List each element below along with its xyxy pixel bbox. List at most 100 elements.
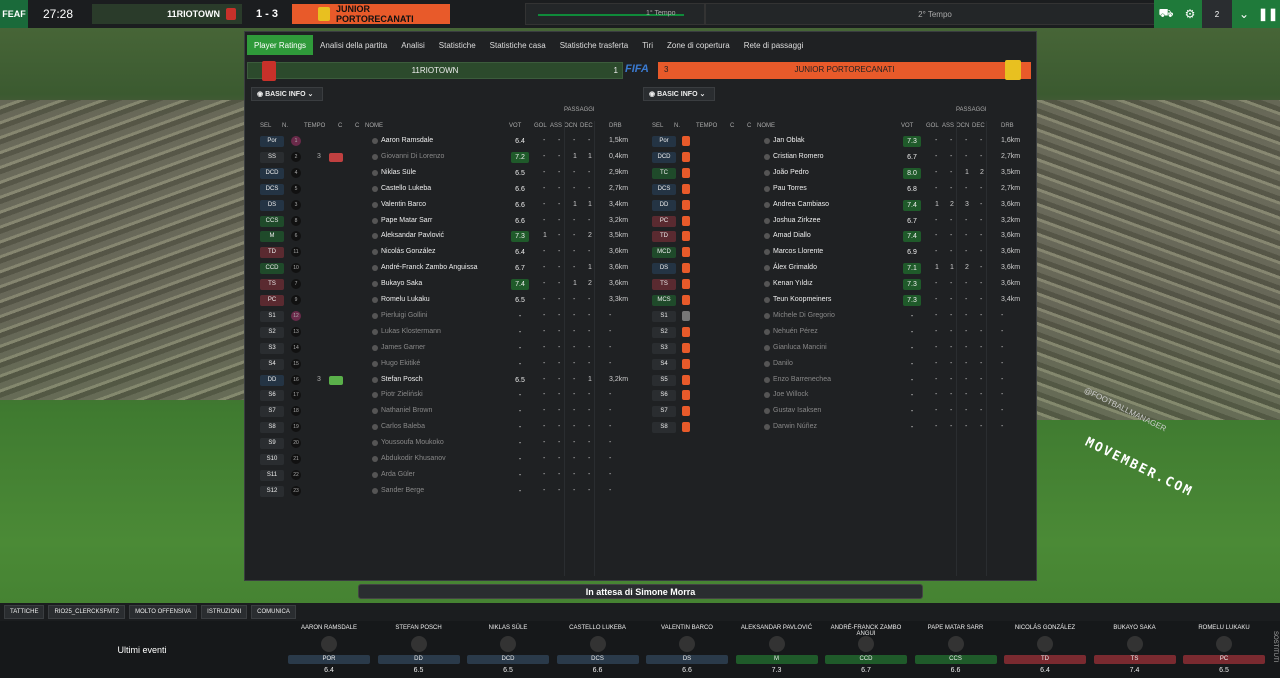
player-name[interactable]: Joe Willock bbox=[773, 391, 808, 398]
player-name[interactable]: Gianluca Mancini bbox=[773, 344, 827, 351]
table-row[interactable]: S5 Enzo Barrenechea - - - - - - bbox=[643, 373, 1023, 388]
table-row[interactable]: S1 Michele Di Gregorio - - - - - - bbox=[643, 309, 1023, 324]
table-row[interactable]: S8 19 Carlos Baleba - - - - - - bbox=[251, 420, 631, 435]
player-name[interactable]: Sander Berge bbox=[381, 487, 424, 494]
chevron-down-icon[interactable]: ⌄ bbox=[1232, 0, 1256, 28]
player-name[interactable]: Castello Lukeba bbox=[381, 185, 431, 192]
table-row[interactable]: DD 16 3 Stefan Posch 6.5 - - - 1 3,2km bbox=[251, 373, 631, 388]
table-row[interactable]: DCS 5 Castello Lukeba 6.6 - - - - 2,7km bbox=[251, 182, 631, 197]
player-name[interactable]: Joshua Zirkzee bbox=[773, 217, 820, 224]
table-row[interactable]: DS Álex Grimaldo 7.1 1 1 2 - 3,6km bbox=[643, 261, 1023, 276]
player-name[interactable]: Valentin Barco bbox=[381, 201, 426, 208]
table-row[interactable]: DS 3 Valentin Barco 6.6 - - 1 1 3,4km bbox=[251, 198, 631, 213]
lineup-player-card[interactable]: BUKAYO SAKA TS 7.4 bbox=[1092, 623, 1178, 677]
player-name[interactable]: Danilo bbox=[773, 360, 793, 367]
player-name[interactable]: Aaron Ramsdale bbox=[381, 137, 433, 144]
player-name[interactable]: Enzo Barrenechea bbox=[773, 376, 831, 383]
lineup-player-card[interactable]: VALENTIN BARCO DS 6.6 bbox=[644, 623, 730, 677]
player-name[interactable]: Bukayo Saka bbox=[381, 280, 422, 287]
lineup-player-card[interactable]: ROMELU LUKAKU PC 6.5 bbox=[1181, 623, 1267, 677]
player-name[interactable]: Stefan Posch bbox=[381, 376, 423, 383]
toolbar-button-0[interactable]: TATTICHE bbox=[4, 605, 45, 619]
player-name[interactable]: Darwin Núñez bbox=[773, 423, 817, 430]
table-row[interactable]: Por 1 Aaron Ramsdale 6.4 - - - - 1,5km bbox=[251, 134, 631, 149]
player-name[interactable]: Lukas Klostermann bbox=[381, 328, 441, 335]
player-name[interactable]: Michele Di Gregorio bbox=[773, 312, 835, 319]
table-row[interactable]: S7 Gustav Isaksen - - - - - - bbox=[643, 404, 1023, 419]
table-row[interactable]: TD 11 Nicolás González 6.4 - - - - 3,6km bbox=[251, 245, 631, 260]
table-row[interactable]: S4 15 Hugo Ekitiké - - - - - - bbox=[251, 357, 631, 372]
player-name[interactable]: Teun Koopmeiners bbox=[773, 296, 831, 303]
player-name[interactable]: Nathaniel Brown bbox=[381, 407, 432, 414]
table-row[interactable]: SS 2 3 Giovanni Di Lorenzo 7.2 - - 1 1 0,4km bbox=[251, 150, 631, 165]
player-name[interactable]: Arda Güler bbox=[381, 471, 415, 478]
player-name[interactable]: Álex Grimaldo bbox=[773, 264, 817, 271]
player-name[interactable]: Carlos Baleba bbox=[381, 423, 425, 430]
table-row[interactable]: TC João Pedro 8.0 - - 1 2 3,5km bbox=[643, 166, 1023, 181]
lineup-player-card[interactable]: PAPE MATAR SARR CCS 6.6 bbox=[913, 623, 999, 677]
table-row[interactable]: S7 18 Nathaniel Brown - - - - - - bbox=[251, 404, 631, 419]
player-name[interactable]: Pau Torres bbox=[773, 185, 807, 192]
table-row[interactable]: MCS Teun Koopmeiners 7.3 - - - - 3,4km bbox=[643, 293, 1023, 308]
player-name[interactable]: Abdukodir Khusanov bbox=[381, 455, 446, 462]
player-name[interactable]: Piotr Zieliński bbox=[381, 391, 423, 398]
player-name[interactable]: Niklas Süle bbox=[381, 169, 416, 176]
lineup-player-card[interactable]: ALEKSANDAR PAVLOVIĆ M 7.3 bbox=[734, 623, 820, 677]
table-row[interactable]: TS 7 Bukayo Saka 7.4 - - 1 2 3,6km bbox=[251, 277, 631, 292]
table-row[interactable]: S3 14 James Garner - - - - - - bbox=[251, 341, 631, 356]
player-name[interactable]: Nehuén Pérez bbox=[773, 328, 818, 335]
table-row[interactable]: S4 Danilo - - - - - - bbox=[643, 357, 1023, 372]
toolbar-button-4[interactable]: COMUNICA bbox=[251, 605, 296, 619]
table-row[interactable]: TS Kenan Yıldız 7.3 - - - - 3,6km bbox=[643, 277, 1023, 292]
table-row[interactable]: CCS 8 Pape Matar Sarr 6.6 - - - - 3,2km bbox=[251, 214, 631, 229]
lineup-player-card[interactable]: AARON RAMSDALE POR 6.4 bbox=[286, 623, 372, 677]
lineup-player-card[interactable]: ANDRÉ-FRANCK ZAMBO ANGUI CCD 6.7 bbox=[823, 623, 909, 677]
toolbar-button-1[interactable]: RIO25_CLERCKSFMT2 bbox=[48, 605, 126, 619]
table-row[interactable]: DCD 4 Niklas Süle 6.5 - - - - 2,9km bbox=[251, 166, 631, 181]
lineup-player-card[interactable]: CASTELLO LUKEBA DCS 6.6 bbox=[555, 623, 641, 677]
table-row[interactable]: S9 20 Youssoufa Moukoko - - - - - - bbox=[251, 436, 631, 451]
table-row[interactable]: S12 23 Sander Berge - - - - - - bbox=[251, 484, 631, 499]
table-row[interactable]: S2 Nehuén Pérez - - - - - - bbox=[643, 325, 1023, 340]
player-name[interactable]: João Pedro bbox=[773, 169, 809, 176]
player-name[interactable]: Aleksandar Pavlović bbox=[381, 232, 444, 239]
away-team-banner[interactable]: JUNIOR PORTORECANATI bbox=[292, 4, 450, 24]
lineup-player-card[interactable]: STEFAN POSCH DD 6.5 bbox=[376, 623, 462, 677]
toolbar-button-3[interactable]: ISTRUZIONI bbox=[201, 605, 248, 619]
table-row[interactable]: PC Joshua Zirkzee 6.7 - - - - 3,2km bbox=[643, 214, 1023, 229]
player-name[interactable]: Pierluigi Gollini bbox=[381, 312, 427, 319]
table-row[interactable]: S2 13 Lukas Klostermann - - - - - - bbox=[251, 325, 631, 340]
table-row[interactable]: S8 Darwin Núñez - - - - - - bbox=[643, 420, 1023, 435]
table-row[interactable]: S6 Joe Willock - - - - - - bbox=[643, 388, 1023, 403]
player-name[interactable]: Cristian Romero bbox=[773, 153, 824, 160]
player-name[interactable]: Gustav Isaksen bbox=[773, 407, 821, 414]
player-name[interactable]: Kenan Yıldız bbox=[773, 280, 813, 287]
table-row[interactable]: S3 Gianluca Mancini - - - - - - bbox=[643, 341, 1023, 356]
lineup-player-card[interactable]: NICOLÁS GONZÁLEZ TD 6.4 bbox=[1002, 623, 1088, 677]
table-row[interactable]: MCD Marcos Llorente 6.9 - - - - 3,6km bbox=[643, 245, 1023, 260]
gear-icon[interactable]: ⚙ bbox=[1178, 0, 1202, 28]
table-row[interactable]: Por Jan Oblak 7.3 - - - - 1,6km bbox=[643, 134, 1023, 149]
table-row[interactable]: TD Amad Diallo 7.4 - - - - 3,6km bbox=[643, 229, 1023, 244]
table-row[interactable]: S10 21 Abdukodir Khusanov - - - - - - bbox=[251, 452, 631, 467]
substitutes-label[interactable]: SOSTITUTI bbox=[1268, 631, 1278, 662]
match-timeline[interactable]: 1° Tempo bbox=[525, 3, 705, 25]
player-name[interactable]: Marcos Llorente bbox=[773, 248, 823, 255]
player-name[interactable]: Jan Oblak bbox=[773, 137, 805, 144]
recent-events[interactable]: Ultimi eventi bbox=[0, 621, 284, 678]
player-name[interactable]: André-Franck Zambo Anguissa bbox=[381, 264, 478, 271]
table-row[interactable]: S1 12 Pierluigi Gollini - - - - - - bbox=[251, 309, 631, 324]
player-name[interactable]: Romelu Lukaku bbox=[381, 296, 430, 303]
player-name[interactable]: James Garner bbox=[381, 344, 425, 351]
player-name[interactable]: Giovanni Di Lorenzo bbox=[381, 153, 444, 160]
player-name[interactable]: Nicolás González bbox=[381, 248, 435, 255]
table-row[interactable]: CCD 10 André-Franck Zambo Anguissa 6.7 - - - 1 3… bbox=[251, 261, 631, 276]
toolbar-button-2[interactable]: MOLTO OFFENSIVA bbox=[129, 605, 198, 619]
lineup-player-card[interactable]: NIKLAS SÜLE DCD 6.5 bbox=[465, 623, 551, 677]
player-name[interactable]: Pape Matar Sarr bbox=[381, 217, 432, 224]
truck-icon[interactable]: ⛟ bbox=[1154, 0, 1178, 28]
table-row[interactable]: S11 22 Arda Güler - - - - - - bbox=[251, 468, 631, 483]
player-name[interactable]: Amad Diallo bbox=[773, 232, 811, 239]
table-row[interactable]: M 6 Aleksandar Pavlović 7.3 1 - - 2 3,5km bbox=[251, 229, 631, 244]
pause-icon[interactable]: ❚❚ bbox=[1256, 0, 1280, 28]
